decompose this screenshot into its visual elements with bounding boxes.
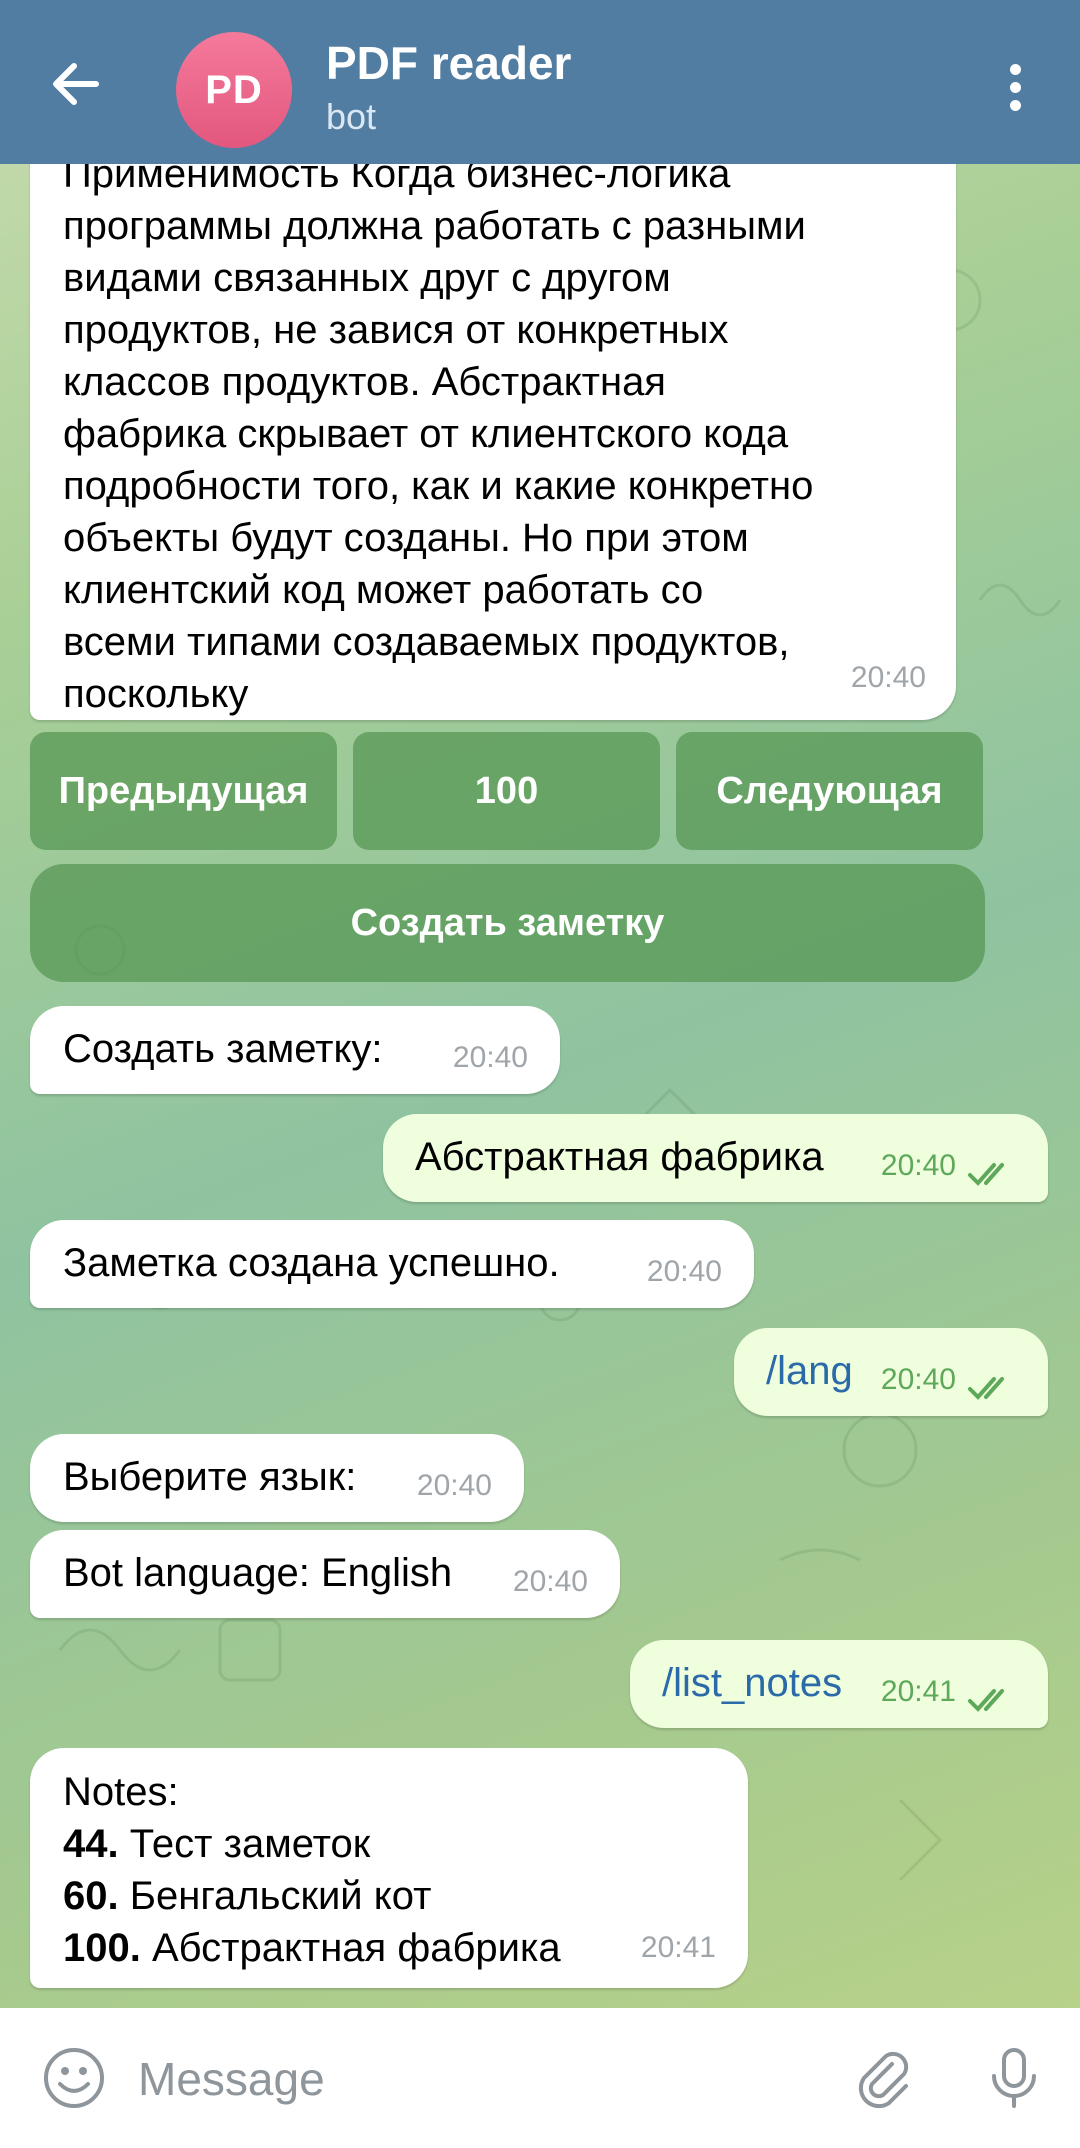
create-note-prompt-message: Создать заметку: 20:40 <box>30 1006 560 1094</box>
command-link[interactable]: /list_notes <box>662 1657 842 1709</box>
note-title-sent-message: Абстрактная фабрика 20:40 <box>383 1114 1048 1202</box>
message-text: Bot language: English <box>63 1551 453 1595</box>
message-time: 20:41 <box>880 1675 956 1708</box>
message-text: Создать заметку: <box>63 1027 383 1071</box>
message-time: 20:40 <box>416 1469 492 1502</box>
lang-command-message: /lang 20:40 <box>734 1328 1048 1416</box>
chat-title[interactable]: PDF reader <box>326 36 571 90</box>
more-vertical-icon <box>1000 64 1030 111</box>
notes-list-message: Notes: 44. Тест заметок 60. Бенгальский … <box>30 1748 748 1988</box>
next-page-button[interactable]: Следующая <box>676 732 983 850</box>
page-number-button[interactable]: 100 <box>353 732 660 850</box>
page-text-message: Применимость Когда бизнес-логика програм… <box>30 110 956 720</box>
arrow-left-icon <box>53 63 99 105</box>
note-title: Бенгальский кот <box>129 1874 432 1918</box>
command-link[interactable]: /lang <box>766 1345 853 1397</box>
note-created-message: Заметка создана успешно. 20:40 <box>30 1220 754 1308</box>
message-line: клиентский код может работать со <box>63 568 704 612</box>
double-check-icon <box>968 1689 1004 1712</box>
message-text: Абстрактная фабрика <box>415 1135 824 1179</box>
chat-subtitle: bot <box>326 96 377 137</box>
message-line: объекты будут созданы. Но при этом <box>63 516 749 560</box>
emoji-button[interactable] <box>42 2046 106 2110</box>
choose-language-message: Выберите язык: 20:40 <box>30 1434 524 1522</box>
note-item: 44. Тест заметок <box>63 1818 703 1870</box>
notes-header: Notes: <box>63 1770 179 1814</box>
message-line: поскольку <box>63 672 249 716</box>
list-notes-command-message: /list_notes 20:41 <box>630 1640 1048 1728</box>
double-check-icon <box>968 1377 1004 1400</box>
message-time: 20:40 <box>452 1041 528 1074</box>
message-line: видами связанных друг с другом <box>63 256 671 300</box>
message-time: 20:40 <box>880 1149 956 1182</box>
smile-icon <box>44 2048 104 2108</box>
microphone-icon <box>992 2048 1036 2108</box>
message-line: подробности того, как и какие конкретно <box>63 464 814 508</box>
create-note-button[interactable]: Создать заметку <box>30 864 985 982</box>
voice-record-button[interactable] <box>982 2046 1046 2110</box>
message-line: программы должна работать с разными <box>63 204 806 248</box>
message-text: Заметка создана успешно. <box>63 1241 560 1285</box>
bot-language-message: Bot language: English 20:40 <box>30 1530 620 1618</box>
more-menu-button[interactable] <box>1000 60 1030 116</box>
message-line: классов продуктов. Абстрактная <box>63 360 666 404</box>
message-line: всеми типами создаваемых продуктов, <box>63 620 790 664</box>
message-time: 20:40 <box>880 1363 956 1396</box>
back-button[interactable] <box>48 56 104 112</box>
message-line: продуктов, не завися от конкретных <box>63 308 729 352</box>
attach-button[interactable] <box>852 2046 916 2110</box>
message-time: 20:40 <box>512 1565 588 1598</box>
message-line: фабрика скрывает от клиентского кода <box>63 412 789 456</box>
note-number: 60. <box>63 1874 119 1918</box>
note-number: 100. <box>63 1926 141 1970</box>
note-item: 100. Абстрактная фабрика <box>63 1922 703 1974</box>
note-number: 44. <box>63 1822 119 1866</box>
chat-header: PD PDF reader bot <box>0 0 1080 164</box>
paperclip-icon <box>858 2051 909 2109</box>
avatar[interactable]: PD <box>176 32 292 148</box>
message-input-bar <box>0 2008 1080 2148</box>
double-check-icon <box>968 1163 1004 1186</box>
prev-page-button[interactable]: Предыдущая <box>30 732 337 850</box>
message-time: 20:41 <box>640 1931 716 1964</box>
note-title: Тест заметок <box>129 1822 371 1866</box>
message-input[interactable] <box>136 2038 800 2120</box>
message-time: 20:40 <box>646 1255 722 1288</box>
note-title: Абстрактная фабрика <box>151 1926 561 1970</box>
message-text: Выберите язык: <box>63 1455 357 1499</box>
message-time: 20:40 <box>850 661 926 694</box>
note-item: 60. Бенгальский кот <box>63 1870 703 1922</box>
